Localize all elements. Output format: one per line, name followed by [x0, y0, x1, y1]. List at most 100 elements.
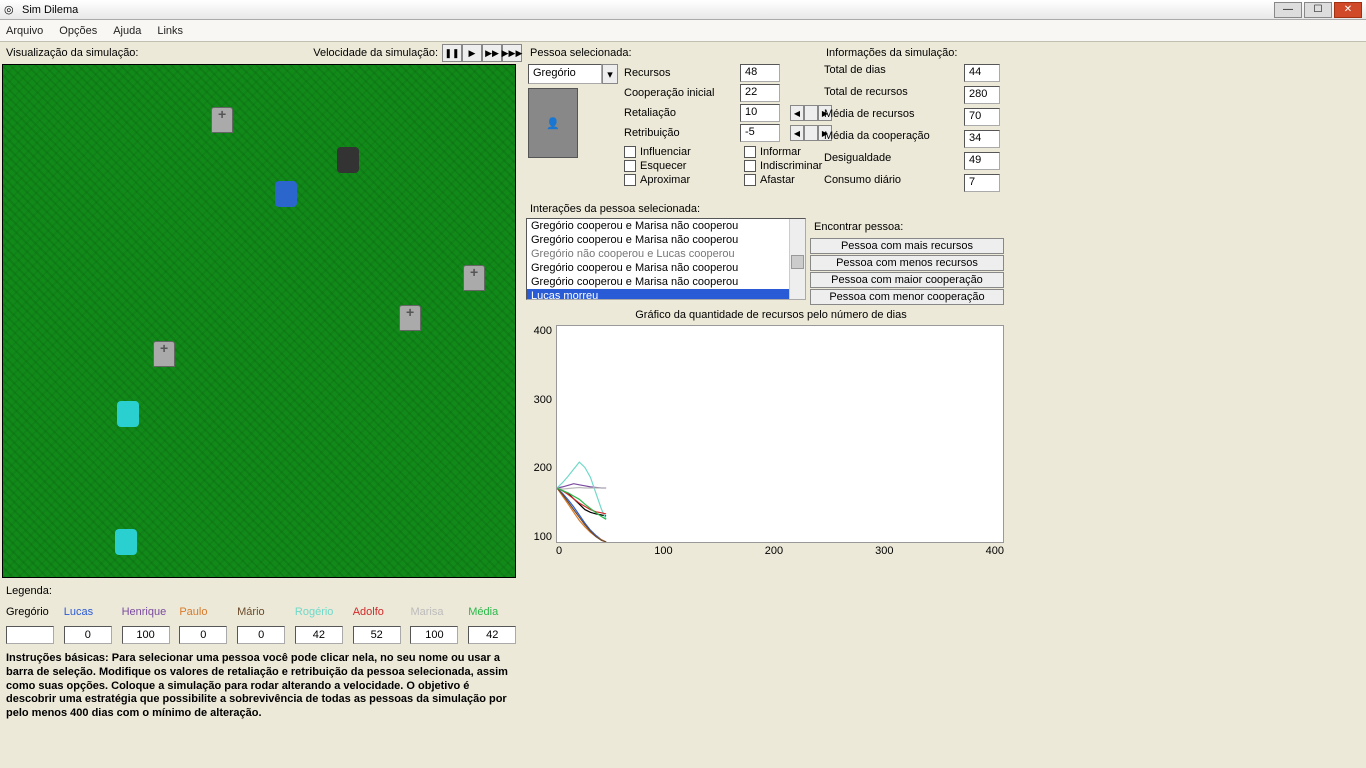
dias-value: 44 [964, 64, 1000, 82]
legend-name[interactable]: Lucas [60, 604, 118, 620]
play-button[interactable]: ▶ [462, 44, 482, 62]
y-tick: 100 [534, 531, 552, 543]
simulation-viewport[interactable] [2, 64, 516, 578]
legend-header: Legenda: [6, 585, 52, 597]
find-least-coop-button[interactable]: Pessoa com menor cooperação [810, 289, 1004, 305]
desig-value: 49 [964, 152, 1000, 170]
find-most-resources-button[interactable]: Pessoa com mais recursos [810, 238, 1004, 254]
find-header: Encontrar pessoa: [814, 221, 903, 233]
faster-button[interactable]: ▶▶▶ [502, 44, 522, 62]
menu-opcoes[interactable]: Opções [59, 25, 97, 37]
y-tick: 300 [534, 394, 552, 406]
tombstone-icon[interactable] [463, 265, 485, 291]
chk-influenciar[interactable]: Influenciar [624, 146, 734, 158]
legend-name[interactable]: Mário [233, 604, 291, 620]
legend-name[interactable]: Marisa [406, 604, 464, 620]
instructions-text: Instruções básicas: Para selecionar uma … [2, 646, 522, 727]
legend-name[interactable]: Paulo [175, 604, 233, 620]
mrec-label: Média de recursos [824, 108, 960, 126]
retrib-value[interactable]: -5 [740, 124, 780, 142]
chart-plot-area [556, 325, 1004, 543]
minimize-button[interactable]: — [1274, 2, 1302, 18]
x-tick: 0 [556, 545, 562, 557]
menu-arquivo[interactable]: Arquivo [6, 25, 43, 37]
fast-button[interactable]: ▶▶ [482, 44, 502, 62]
chart-title: Gráfico da quantidade de recursos pelo n… [526, 305, 1016, 325]
menu-bar: Arquivo Opções Ajuda Links [0, 20, 1366, 42]
legend-value: 100 [118, 624, 176, 646]
chart-series [557, 462, 606, 519]
interactions-list[interactable]: Gregório cooperou e Marisa não cooperouG… [526, 218, 806, 300]
interaction-item[interactable]: Gregório cooperou e Marisa não cooperou [527, 233, 805, 247]
tombstone-icon[interactable] [399, 305, 421, 331]
retal-mid-button[interactable] [804, 105, 818, 121]
person-select-dropdown-button[interactable]: ▾ [602, 64, 618, 84]
interaction-item[interactable]: Gregório cooperou e Marisa não cooperou [527, 261, 805, 275]
legend-name[interactable]: Média [464, 604, 522, 620]
person-sprite[interactable] [275, 181, 297, 207]
cons-value: 7 [964, 174, 1000, 192]
legend-value: 100 [406, 624, 464, 646]
legend-value: 0 [60, 624, 118, 646]
chart-y-axis: 400300200100 [526, 325, 556, 543]
rec-value: 280 [964, 86, 1000, 104]
speed-label: Velocidade da simulação: [313, 47, 438, 59]
legend-name[interactable]: Gregório [2, 604, 60, 620]
interaction-item[interactable]: Lucas morreu [527, 289, 805, 300]
x-tick: 300 [875, 545, 893, 557]
chart-x-axis: 0100200300400 [556, 543, 1004, 557]
retal-label: Retaliação [624, 107, 736, 119]
person-select-field[interactable]: Gregório [528, 64, 602, 84]
person-avatar: 👤 [528, 88, 578, 158]
menu-ajuda[interactable]: Ajuda [113, 25, 141, 37]
find-most-coop-button[interactable]: Pessoa com maior cooperação [810, 272, 1004, 288]
chart-series [557, 488, 606, 490]
y-tick: 200 [534, 462, 552, 474]
legend-values: 010000425210042 [2, 624, 522, 646]
scrollbar-thumb[interactable] [791, 255, 804, 269]
tombstone-icon[interactable] [153, 341, 175, 367]
siminfo-header: Informações da simulação: [826, 47, 957, 59]
person-header: Pessoa selecionada: [530, 47, 632, 59]
rec-label: Total de recursos [824, 86, 960, 104]
legend-names: GregórioLucasHenriquePauloMárioRogérioAd… [2, 604, 522, 620]
person-sprite[interactable] [115, 529, 137, 555]
chk-esquecer[interactable]: Esquecer [624, 160, 734, 172]
list-scrollbar[interactable] [789, 219, 805, 299]
close-button[interactable]: ✕ [1334, 2, 1362, 18]
legend-value: 0 [175, 624, 233, 646]
desig-label: Desigualdade [824, 152, 960, 170]
interaction-item[interactable]: Gregório cooperou e Marisa não cooperou [527, 275, 805, 289]
legend-name[interactable]: Rogério [291, 604, 349, 620]
legend-name[interactable]: Adolfo [349, 604, 407, 620]
x-tick: 200 [765, 545, 783, 557]
x-tick: 400 [986, 545, 1004, 557]
mcoop-value: 34 [964, 130, 1000, 148]
speed-controls: ❚❚ ▶ ▶▶ ▶▶▶ [442, 44, 522, 62]
retrib-mid-button[interactable] [804, 125, 818, 141]
retrib-decr-button[interactable]: ◀ [790, 125, 804, 141]
retal-decr-button[interactable]: ◀ [790, 105, 804, 121]
cons-label: Consumo diário [824, 174, 960, 192]
person-sprite[interactable] [337, 147, 359, 173]
legend-value: 42 [291, 624, 349, 646]
menu-links[interactable]: Links [157, 25, 183, 37]
dias-label: Total de dias [824, 64, 960, 82]
app-icon: ◎ [4, 3, 18, 17]
recursos-label: Recursos [624, 67, 736, 79]
tombstone-icon[interactable] [211, 107, 233, 133]
legend-name[interactable]: Henrique [118, 604, 176, 620]
interaction-item[interactable]: Gregório não cooperou e Lucas cooperou [527, 247, 805, 261]
chart-svg [557, 326, 1003, 542]
mrec-value: 70 [964, 108, 1000, 126]
chk-aproximar[interactable]: Aproximar [624, 174, 734, 186]
maximize-button[interactable]: ☐ [1304, 2, 1332, 18]
find-least-resources-button[interactable]: Pessoa com menos recursos [810, 255, 1004, 271]
legend-value: 52 [349, 624, 407, 646]
person-sprite[interactable] [117, 401, 139, 427]
legend-value [2, 624, 60, 646]
interaction-item[interactable]: Gregório cooperou e Marisa não cooperou [527, 219, 805, 233]
mcoop-label: Média da cooperação [824, 130, 960, 148]
pause-button[interactable]: ❚❚ [442, 44, 462, 62]
retal-value[interactable]: 10 [740, 104, 780, 122]
